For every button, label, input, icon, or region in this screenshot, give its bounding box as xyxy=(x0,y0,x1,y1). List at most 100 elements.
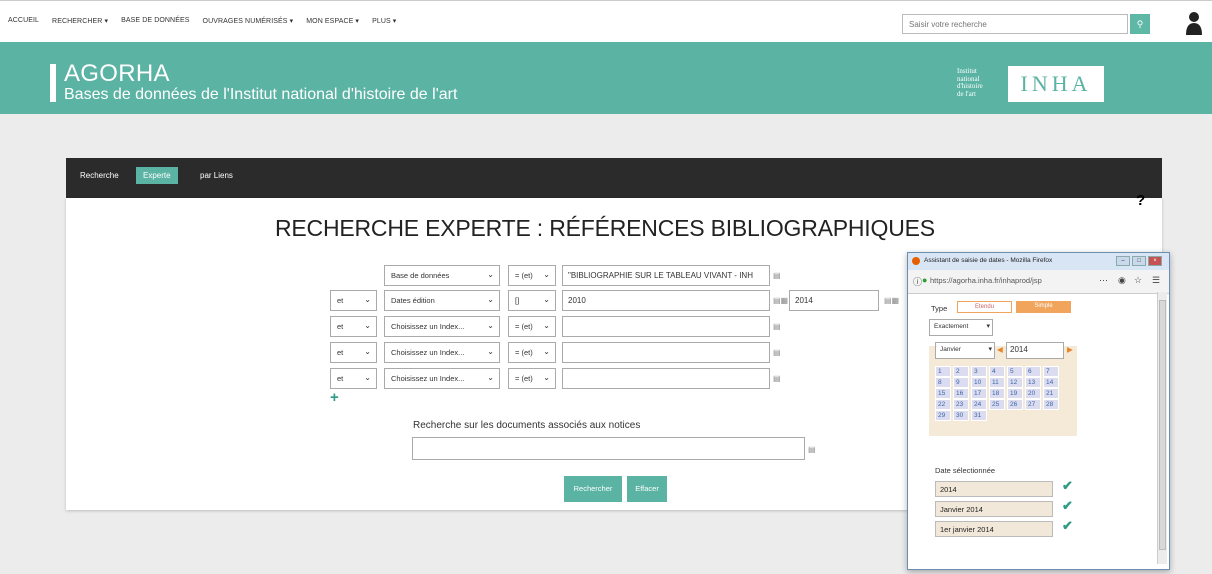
operator-select[interactable]: et ⌄ xyxy=(330,368,377,389)
calendar-day[interactable]: 14 xyxy=(1043,377,1059,388)
field-select[interactable]: Choisissez un Index... ⌄ xyxy=(384,368,500,389)
list-icon[interactable]: ▤ xyxy=(773,348,781,357)
check-icon[interactable]: ✔ xyxy=(1062,498,1073,514)
calendar-day[interactable]: 5 xyxy=(1007,366,1023,377)
year-input[interactable]: 2014 xyxy=(1006,342,1064,359)
check-icon[interactable]: ✔ xyxy=(1062,518,1073,534)
tab-par-liens[interactable]: par Liens xyxy=(200,171,233,180)
condition-select[interactable]: = (et) ⌄ xyxy=(508,342,556,363)
field-select[interactable]: Base de données ⌄ xyxy=(384,265,500,286)
calendar-day[interactable]: 27 xyxy=(1025,399,1041,410)
condition-select[interactable]: = (et) ⌄ xyxy=(508,368,556,389)
check-icon[interactable]: ✔ xyxy=(1062,478,1073,494)
calendar-day[interactable]: 23 xyxy=(953,399,969,410)
nav-ouvrages-numerises[interactable]: OUVRAGES NUMÉRISÉS ▾ xyxy=(203,17,294,25)
user-icon[interactable] xyxy=(1186,11,1202,35)
calendar-day[interactable]: 20 xyxy=(1025,388,1041,399)
month-select[interactable]: Janvier ▾ xyxy=(935,342,995,359)
url-text[interactable]: https://agorha.inha.fr/inhaprod/jsp xyxy=(930,276,1042,285)
calendar-day[interactable]: 13 xyxy=(1025,377,1041,388)
search-input[interactable] xyxy=(902,14,1128,34)
calendar-day[interactable]: 16 xyxy=(953,388,969,399)
prev-year-icon[interactable]: ◀ xyxy=(997,345,1003,354)
condition-select[interactable]: = (et) ⌄ xyxy=(508,265,556,286)
calendar-icon[interactable]: ▤▦ xyxy=(773,296,788,305)
documents-search-input[interactable] xyxy=(412,437,805,460)
value-input[interactable] xyxy=(562,342,770,363)
rechercher-button[interactable]: Rechercher xyxy=(564,476,622,502)
calendar-day[interactable]: 15 xyxy=(935,388,951,399)
effacer-button[interactable]: Effacer xyxy=(627,476,667,502)
selected-date-month[interactable]: Janvier 2014 xyxy=(935,501,1053,517)
operator-select[interactable]: et ⌄ xyxy=(330,290,377,311)
list-icon[interactable]: ▤ xyxy=(773,374,781,383)
next-year-icon[interactable]: ▶ xyxy=(1067,345,1073,354)
field-select[interactable]: Choisissez un Index... ⌄ xyxy=(384,316,500,337)
calendar-day[interactable]: 3 xyxy=(971,366,987,377)
info-icon[interactable]: ⓘ xyxy=(913,275,922,288)
menu-icon[interactable]: ☰ xyxy=(1152,275,1160,286)
calendar-day[interactable]: 1 xyxy=(935,366,951,377)
more-icon[interactable]: ⋯ xyxy=(1099,275,1108,286)
add-row-icon[interactable]: + xyxy=(330,389,339,406)
calendar-day[interactable]: 10 xyxy=(971,377,987,388)
tab-experte[interactable]: Experte xyxy=(136,167,178,184)
calendar-day[interactable]: 11 xyxy=(989,377,1005,388)
calendar-day[interactable]: 6 xyxy=(1025,366,1041,377)
precision-select[interactable]: Exactement ▾ xyxy=(929,319,993,336)
field-select[interactable]: Choisissez un Index... ⌄ xyxy=(384,342,500,363)
list-icon[interactable]: ▤ xyxy=(808,445,816,454)
condition-select[interactable]: [] ⌄ xyxy=(508,290,556,311)
url-bar[interactable]: ⓘ ● https://agorha.inha.fr/inhaprod/jsp … xyxy=(908,270,1169,294)
calendar-icon[interactable]: ▤▦ xyxy=(884,296,899,305)
value-input[interactable] xyxy=(562,368,770,389)
nav-plus[interactable]: PLUS ▾ xyxy=(372,17,396,25)
pocket-icon[interactable]: ◉ xyxy=(1118,275,1126,286)
value-input[interactable]: "BIBLIOGRAPHIE SUR LE TABLEAU VIVANT - I… xyxy=(562,265,770,286)
calendar-day[interactable]: 30 xyxy=(953,410,969,421)
type-simple-button[interactable]: Simple xyxy=(1016,301,1071,313)
value-input-end[interactable]: 2014 xyxy=(789,290,879,311)
calendar-day[interactable]: 9 xyxy=(953,377,969,388)
list-icon[interactable]: ▤ xyxy=(773,322,781,331)
search-button[interactable]: ⚲ xyxy=(1130,14,1150,34)
calendar-day[interactable]: 28 xyxy=(1043,399,1059,410)
operator-select[interactable]: et ⌄ xyxy=(330,342,377,363)
help-icon[interactable]: ? xyxy=(1136,192,1145,209)
calendar-day[interactable]: 18 xyxy=(989,388,1005,399)
minimize-button[interactable]: – xyxy=(1116,256,1130,266)
calendar-day[interactable]: 4 xyxy=(989,366,1005,377)
calendar-day[interactable]: 17 xyxy=(971,388,987,399)
calendar-day[interactable]: 31 xyxy=(971,410,987,421)
calendar-day[interactable]: 29 xyxy=(935,410,951,421)
calendar-day[interactable]: 7 xyxy=(1043,366,1059,377)
site-title[interactable]: AGORHA xyxy=(64,60,170,88)
value-input[interactable]: 2010 xyxy=(562,290,770,311)
nav-accueil[interactable]: ACCUEIL xyxy=(8,17,39,25)
calendar-day[interactable]: 24 xyxy=(971,399,987,410)
calendar-day[interactable]: 22 xyxy=(935,399,951,410)
calendar-day[interactable]: 2 xyxy=(953,366,969,377)
field-select[interactable]: Dates édition ⌄ xyxy=(384,290,500,311)
operator-select[interactable]: et ⌄ xyxy=(330,316,377,337)
condition-select[interactable]: = (et) ⌄ xyxy=(508,316,556,337)
calendar-day[interactable]: 19 xyxy=(1007,388,1023,399)
star-icon[interactable]: ☆ xyxy=(1134,275,1142,286)
selected-date-year[interactable]: 2014 xyxy=(935,481,1053,497)
inha-logo[interactable]: INHA xyxy=(1008,66,1104,102)
tab-recherche[interactable]: Recherche xyxy=(80,171,119,180)
popup-scrollbar[interactable] xyxy=(1157,292,1167,564)
value-input[interactable] xyxy=(562,316,770,337)
calendar-day[interactable]: 26 xyxy=(1007,399,1023,410)
nav-base-de-donnees[interactable]: BASE DE DONNÉES xyxy=(121,17,189,25)
calendar-day[interactable]: 12 xyxy=(1007,377,1023,388)
nav-mon-espace[interactable]: MON ESPACE ▾ xyxy=(306,17,359,25)
close-button[interactable]: × xyxy=(1148,256,1162,266)
calendar-day[interactable]: 8 xyxy=(935,377,951,388)
nav-rechercher[interactable]: RECHERCHER ▾ xyxy=(52,17,108,25)
calendar-day[interactable]: 25 xyxy=(989,399,1005,410)
maximize-button[interactable]: □ xyxy=(1132,256,1146,266)
type-etendu-button[interactable]: Etendu xyxy=(957,301,1012,313)
scrollbar-thumb[interactable] xyxy=(1159,300,1166,550)
calendar-day[interactable]: 21 xyxy=(1043,388,1059,399)
